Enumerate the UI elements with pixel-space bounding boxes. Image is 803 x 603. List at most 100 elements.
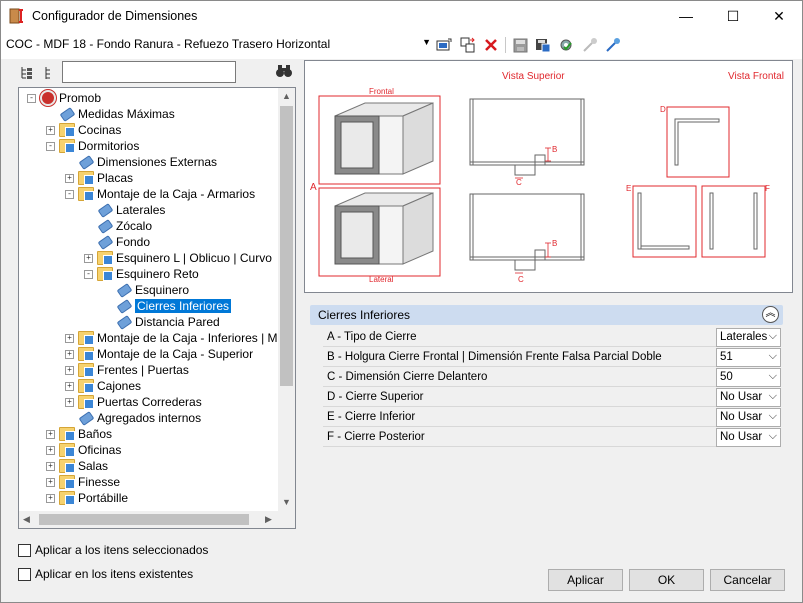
expand-icon[interactable]: + [46, 429, 55, 439]
tree-item[interactable]: Fondo [84, 234, 150, 250]
category-tree[interactable]: - Promob Medidas Máximas + Cocinas - Dormitori… [18, 87, 296, 529]
collapse-icon[interactable]: - [65, 189, 74, 199]
settings-icon[interactable] [557, 36, 575, 54]
scroll-left-icon[interactable]: ◀ [23, 514, 30, 525]
tree-item-label: Fondo [116, 235, 151, 249]
cancel-button[interactable]: Cancelar [710, 569, 785, 591]
tree-item[interactable]: - Dormitorios [46, 138, 139, 154]
tree-item[interactable]: + Cajones [65, 378, 141, 394]
close-button[interactable]: ✕ [756, 1, 802, 31]
tree-item[interactable]: Laterales [84, 202, 165, 218]
binoculars-icon[interactable] [275, 64, 293, 80]
tree-item[interactable]: + Salas [46, 458, 108, 474]
apply-selected-checkbox[interactable] [18, 543, 31, 557]
tree-item[interactable]: + Placas [65, 170, 133, 186]
expand-icon[interactable]: + [65, 173, 74, 183]
window-title: Configurador de Dimensiones [32, 9, 198, 23]
tag-icon [116, 315, 132, 329]
tree-item[interactable]: - Promob [27, 90, 101, 106]
property-label: B - Holgura Cierre Frontal | Dimensión F… [327, 351, 662, 363]
save-as-icon[interactable] [534, 36, 552, 54]
expand-icon[interactable]: + [65, 349, 74, 359]
expand-icon[interactable]: + [65, 365, 74, 375]
tree-item[interactable]: + Portábille [46, 490, 128, 506]
apply-button[interactable]: Aplicar [548, 569, 623, 591]
tree-item-label: Portábille [78, 491, 129, 505]
collapse-group-icon[interactable]: ︽ [762, 306, 779, 323]
property-value-select[interactable]: 50 ⌵ [716, 368, 781, 387]
tree-item[interactable]: + Finesse [46, 474, 120, 490]
properties-group-header[interactable]: Cierres Inferiores ︽ [310, 305, 783, 325]
folder-icon [59, 459, 75, 473]
tree-item[interactable]: + Esquinero L | Oblicuo | Curvo [84, 250, 272, 266]
tree-item[interactable]: Cierres Inferiores [103, 298, 232, 314]
tree-item[interactable]: Zócalo [84, 218, 152, 234]
scroll-up-icon[interactable]: ▲ [282, 91, 291, 101]
tree-search-input[interactable] [62, 61, 236, 83]
expand-icon[interactable]: + [46, 477, 55, 487]
tree-item-label: Montaje de la Caja - Inferiores | Mesa [97, 331, 296, 345]
minimize-button[interactable]: — [663, 1, 709, 31]
tree-vertical-scrollbar[interactable]: ▲ ▼ [278, 88, 295, 512]
tree-item[interactable]: Medidas Máximas [46, 106, 175, 122]
maximize-button[interactable]: ☐ [710, 1, 756, 31]
tool-icon[interactable] [604, 36, 622, 54]
property-value-select[interactable]: No Usar ⌵ [716, 388, 781, 407]
tree-item[interactable]: - Montaje de la Caja - Armarios [65, 186, 255, 202]
property-row: E - Cierre Inferior No Usar ⌵ [323, 407, 781, 427]
tag-icon [78, 155, 94, 169]
tool-disabled-icon[interactable] [581, 36, 599, 54]
expand-icon[interactable]: + [46, 461, 55, 471]
tree-horizontal-scrollbar[interactable]: ◀ ▶ [19, 511, 295, 528]
delete-config-icon[interactable] [482, 36, 500, 54]
expand-icon[interactable]: + [46, 493, 55, 503]
tree-item[interactable]: Esquinero [103, 282, 189, 298]
collapse-icon[interactable]: - [84, 269, 93, 279]
collapse-icon[interactable]: - [46, 141, 55, 151]
collapse-all-icon[interactable] [39, 64, 57, 82]
expand-icon[interactable]: + [46, 445, 55, 455]
tree-horizontal-scroll-thumb[interactable] [39, 514, 249, 525]
folder-icon [59, 427, 75, 441]
apply-existing-option[interactable]: Aplicar en los itens existentes [18, 567, 193, 581]
tree-item[interactable]: + Baños [46, 426, 112, 442]
new-config-icon[interactable] [435, 36, 453, 54]
tree-item[interactable]: + Frentes | Puertas [65, 362, 189, 378]
copy-config-icon[interactable] [459, 36, 477, 54]
expand-icon[interactable]: + [65, 397, 74, 407]
tree-item[interactable]: Dimensiones Externas [65, 154, 217, 170]
tree-item[interactable]: + Montaje de la Caja - Superior [65, 346, 253, 362]
property-value: No Usar [720, 431, 763, 443]
property-row: C - Dimensión Cierre Delantero 50 ⌵ [323, 367, 781, 387]
tree-vertical-scroll-thumb[interactable] [280, 106, 293, 386]
tree-item[interactable]: - Esquinero Reto [84, 266, 199, 282]
tree-item[interactable]: + Cocinas [46, 122, 121, 138]
tree-item-label: Finesse [78, 475, 121, 489]
chevron-down-icon: ⌵ [768, 390, 777, 402]
tree-item-label: Promob [59, 91, 102, 105]
tree-item[interactable]: Distancia Pared [103, 314, 220, 330]
toolbar-separator [505, 37, 506, 53]
ok-button[interactable]: OK [629, 569, 704, 591]
expand-icon[interactable]: + [84, 253, 93, 263]
expand-icon[interactable]: + [65, 333, 74, 343]
property-value-select[interactable]: Laterales ⌵ [716, 328, 781, 347]
scroll-down-icon[interactable]: ▼ [282, 497, 291, 507]
tree-item[interactable]: + Montaje de la Caja - Inferiores | Mesa [65, 330, 296, 346]
tree-item[interactable]: + Puertas Correderas [65, 394, 202, 410]
collapse-icon[interactable]: - [27, 93, 36, 103]
save-icon[interactable] [511, 36, 529, 54]
tree-item[interactable]: + Oficinas [46, 442, 121, 458]
property-value-select[interactable]: No Usar ⌵ [716, 428, 781, 447]
expand-icon[interactable]: + [65, 381, 74, 391]
expand-all-icon[interactable] [18, 64, 36, 82]
property-value-select[interactable]: No Usar ⌵ [716, 408, 781, 427]
cabinet-3d-top [334, 102, 434, 175]
tree-item[interactable]: Agregados internos [65, 410, 201, 426]
expand-icon[interactable]: + [46, 125, 55, 135]
config-select[interactable]: COC - MDF 18 - Fondo Ranura - Refuezo Tr… [6, 37, 431, 55]
scroll-right-icon[interactable]: ▶ [265, 514, 272, 525]
apply-selected-option[interactable]: Aplicar a los itens seleccionados [18, 543, 208, 557]
property-value-select[interactable]: 51 ⌵ [716, 348, 781, 367]
apply-existing-checkbox[interactable] [18, 567, 31, 581]
